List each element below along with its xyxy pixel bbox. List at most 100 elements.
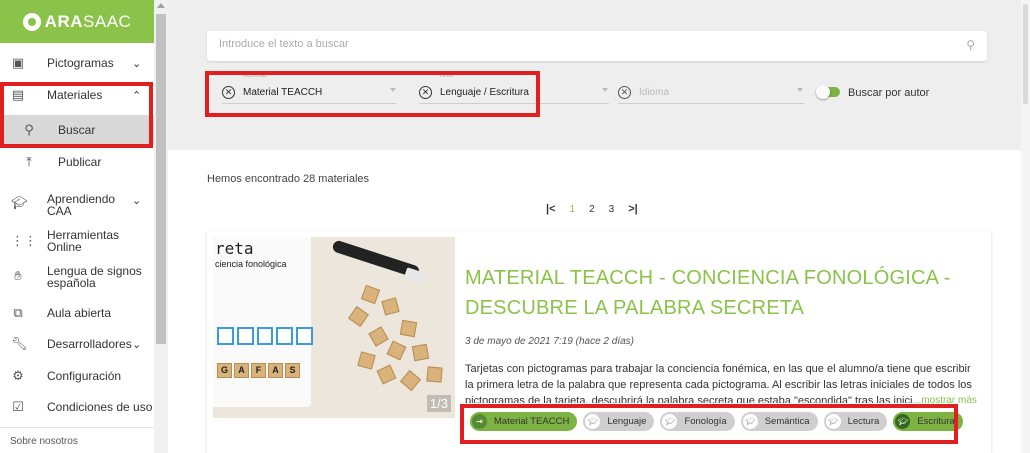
chevron-down-icon: ⌄ [132, 57, 142, 70]
sidebar-item-label: Aula abierta [47, 306, 112, 320]
clear-circle-icon[interactable]: ✕ [419, 85, 432, 99]
filter-language[interactable]: ✕ Idioma [618, 80, 804, 104]
sidebar-divider [0, 427, 154, 428]
tag-material-teacch[interactable]: ⇥ Material TEACCH [470, 412, 578, 431]
sidebar-item-buscar[interactable]: ⚲ Buscar [0, 115, 154, 145]
first-page-icon[interactable]: |< [546, 203, 556, 215]
sidebar-item-pictogramas[interactable]: ▣ Pictogramas ⌄ [0, 55, 154, 71]
sidebar-item-label: Lengua de signos española [47, 264, 142, 290]
activity-icon: ⇥ [472, 414, 487, 429]
filter-value: Idioma [639, 86, 670, 98]
search-input[interactable] [219, 38, 919, 50]
show-more-link[interactable]: ...mostrar más [913, 395, 977, 406]
brand-name: ARASAAC [44, 11, 132, 31]
sidebar-item-condiciones[interactable]: ☑︎ Condiciones de uso [0, 399, 154, 415]
sidebar-item-herramientas[interactable]: ⋮⋮ Herramientas Online [0, 229, 154, 253]
sidebar-item-materiales[interactable]: ▤ Materiales ⌃ [0, 87, 154, 103]
filter-area-subject[interactable]: Área ✕ Lenguaje / Escritura [419, 73, 609, 104]
main-scrollbar-thumb[interactable] [1023, 4, 1028, 104]
filter-panel: ⚲ Actividad ✕ Material TEACCH Área ✕ Len… [168, 0, 1030, 150]
photo-picto-row [217, 327, 313, 345]
tag-escritura[interactable]: 🎓︎ Escritura [893, 412, 963, 431]
tag-lenguaje[interactable]: 🎓︎ Lenguaje [583, 412, 655, 431]
tag-fonologia[interactable]: 🎓︎ Fonología [660, 412, 735, 431]
sidebar-item-label: Pictogramas [47, 56, 114, 70]
sidebar: ARASAAC ▣ Pictogramas ⌄ ▤ Materiales ⌃ ⚲… [0, 0, 168, 453]
tag-lectura[interactable]: 🎓︎ Lectura [823, 412, 888, 431]
clear-circle-icon[interactable]: ✕ [222, 85, 235, 99]
results-count: Hemos encontrado 28 materiales [207, 173, 370, 185]
scroll-up-arrow-icon[interactable] [157, 3, 165, 8]
main-content: ⚲ Actividad ✕ Material TEACCH Área ✕ Len… [168, 0, 1030, 453]
search-icon: ⚲ [24, 122, 34, 137]
sidebar-item-label: Condiciones de uso [47, 400, 153, 414]
sidebar-item-aula-abierta[interactable]: ⧉ Aula abierta [0, 305, 154, 321]
material-tags: ⇥ Material TEACCH 🎓︎ Lenguaje 🎓︎ Fonolog… [470, 412, 969, 431]
wrench-icon: 🔧︎ [11, 336, 28, 351]
school-icon: 🎓︎ [825, 414, 841, 429]
page-link-3[interactable]: 3 [609, 204, 615, 215]
sidebar-item-desarrolladores[interactable]: 🔧︎ Desarrolladores ⌄ [0, 336, 154, 352]
dropdown-arrow-icon [602, 88, 608, 92]
sidebar-item-label: Configuración [47, 369, 122, 383]
material-image[interactable]: reta ciencia fonológica G A F A S 1/3 [213, 237, 455, 418]
sidebar-scrollbar-thumb[interactable] [156, 14, 166, 344]
toggle-knob [816, 85, 830, 99]
sidebar-scrollbar[interactable] [154, 0, 168, 453]
author-search-toggle[interactable] [816, 85, 840, 99]
photo-word: reta [215, 239, 254, 258]
sidebar-item-label: Desarrolladores [47, 337, 132, 351]
chevron-up-icon: ⌃ [132, 89, 142, 102]
sidebar-item-label: Aprendiendo CAA [47, 192, 116, 218]
chevron-down-icon: ⌄ [132, 195, 142, 207]
pagination: |< 1 2 3 >| [546, 203, 652, 215]
school-icon: 🎓︎ [895, 414, 911, 429]
sidebar-footer-link[interactable]: Sobre nosotros [10, 436, 78, 447]
photo-subtitle: ciencia fonológica [215, 259, 287, 269]
school-icon: 🎓︎ [585, 414, 601, 429]
filter-underline [419, 103, 609, 104]
brand-logo[interactable]: ARASAAC [0, 0, 154, 43]
material-title[interactable]: MATERIAL TEACCH - CONCIENCIA FONOLÓGICA … [465, 263, 985, 323]
dropdown-arrow-icon [797, 88, 803, 92]
sidebar-item-lengua-signos[interactable]: ✋︎ Lengua de signos española [0, 264, 154, 290]
sidebar-item-label: Herramientas Online [47, 228, 120, 254]
page-link-2[interactable]: 2 [589, 204, 595, 215]
photo-marker-cap [403, 267, 427, 285]
clear-circle-icon[interactable]: ✕ [618, 85, 631, 99]
filter-underline [222, 103, 396, 104]
material-date: 3 de mayo de 2021 7:19 (hace 2 días) [465, 336, 635, 347]
filter-value: Lenguaje / Escritura [440, 86, 529, 98]
grid-icon: ⋮⋮ [11, 233, 37, 248]
sidebar-item-label: Publicar [58, 155, 102, 169]
image-counter: 1/3 [426, 395, 451, 412]
sidebar-item-label: Materiales [47, 88, 103, 102]
filter-underline [618, 103, 804, 104]
filter-floating-label: Área [440, 73, 453, 79]
last-page-icon[interactable]: >| [628, 203, 638, 215]
search-box[interactable]: ⚲ [207, 31, 987, 61]
material-card: reta ciencia fonológica G A F A S 1/3 MA… [207, 231, 991, 453]
tag-semantica[interactable]: 🎓︎ Semántica [740, 412, 818, 431]
search-icon[interactable]: ⚲ [966, 38, 975, 52]
filter-activity[interactable]: Actividad ✕ Material TEACCH [222, 73, 396, 104]
page-link-1[interactable]: 1 [570, 204, 576, 215]
photo-answer-tiles: G A F A S [217, 363, 300, 378]
sign-language-icon: ✋︎ [14, 268, 22, 283]
filter-floating-label: Actividad [243, 73, 268, 79]
arasaac-logo-icon [22, 12, 41, 31]
classroom-icon: ⧉ [13, 305, 23, 320]
school-icon: 🎓︎ [742, 414, 758, 429]
gear-icon: ⚙︎ [12, 368, 24, 383]
author-search-label: Buscar por autor [848, 87, 930, 99]
document-icon: ▤ [11, 87, 25, 102]
upload-icon: ⤒ [26, 154, 32, 169]
chevron-down-icon: ⌄ [132, 338, 142, 351]
sidebar-item-label: Buscar [58, 123, 96, 137]
filter-value: Material TEACCH [243, 86, 323, 98]
sidebar-item-publicar[interactable]: ⤒ Publicar [0, 154, 154, 170]
sidebar-item-aprendiendo-caa[interactable]: 🎓︎ Aprendiendo CAA ⌄ [0, 192, 154, 218]
main-scrollbar[interactable] [1021, 0, 1030, 453]
image-icon: ▣ [11, 55, 25, 70]
sidebar-item-configuracion[interactable]: ⚙︎ Configuración [0, 368, 154, 384]
